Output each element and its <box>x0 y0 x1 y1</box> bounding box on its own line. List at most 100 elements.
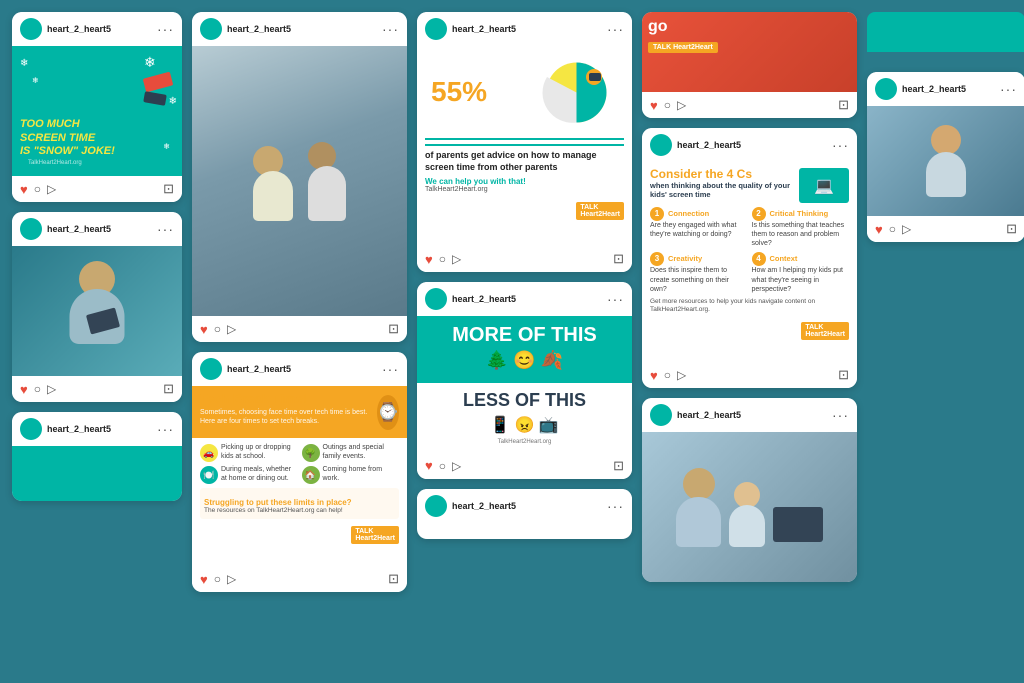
girl-photo <box>12 246 182 376</box>
stats-content: 55% of parents get advice on how to mana… <box>417 46 632 246</box>
cs-footer: Get more resources to help your kids nav… <box>650 298 849 315</box>
tb-item-4: 🏠 Coming home from work. <box>302 466 400 484</box>
post-footer-2: ♥ ○ ▷ ⊡ <box>12 376 182 402</box>
heart-icon-5[interactable]: ♥ <box>200 572 208 587</box>
send-icon-2[interactable]: ▷ <box>47 382 56 396</box>
post-card-girl: heart_2_heart5 ··· ♥ ○ ▷ ⊡ <box>12 212 182 402</box>
bookmark-icon-1[interactable]: ⊡ <box>163 181 174 197</box>
tb-item-1: 🚗 Picking up or dropping kids at school. <box>200 444 298 462</box>
post-footer-r1: ♥ ○ ▷ ⊡ <box>867 216 1024 242</box>
heart-icon-8[interactable]: ♥ <box>650 368 658 383</box>
heart-icon-r1[interactable]: ♥ <box>875 222 883 237</box>
comment-icon-8[interactable]: ○ <box>664 368 671 382</box>
avatar-r1 <box>875 78 897 100</box>
orange-badge: TALK Heart2Heart <box>648 42 718 53</box>
dots-icon-2[interactable]: ··· <box>157 221 174 237</box>
bookmark-icon-7[interactable]: ⊡ <box>613 458 624 474</box>
techbreak-grid: 🚗 Picking up or dropping kids at school.… <box>200 444 399 484</box>
comment-icon-7[interactable]: ○ <box>439 459 446 473</box>
techbreak-subtitle: Sometimes, choosing face time over tech … <box>200 408 377 426</box>
tb-text-2: Outings and special family events. <box>323 444 400 461</box>
send-icon-7[interactable]: ▷ <box>452 459 461 473</box>
comment-icon-orange[interactable]: ○ <box>664 98 671 112</box>
snowflake-icon-tl: ❄ <box>144 54 172 71</box>
dots-icon-r1[interactable]: ··· <box>1000 81 1017 97</box>
heart-icon-7[interactable]: ♥ <box>425 458 433 473</box>
tb-icon-2: 🌳 <box>302 444 320 462</box>
snow-text-block: TOO MUCH SCREEN TIME is "snow" joke! <box>20 118 115 158</box>
post-footer-1: ♥ ○ ▷ ⊡ <box>12 176 182 202</box>
heart-icon-orange[interactable]: ♥ <box>650 98 658 113</box>
send-icon-4[interactable]: ▷ <box>227 322 236 336</box>
dots-icon-small-3[interactable]: ··· <box>607 498 624 514</box>
techbreak-content: Tech Break Time! Sometimes, choosing fac… <box>192 386 407 566</box>
post-card-partial-right: heart_2_heart5 ··· ♥ ○ ▷ ⊡ <box>867 72 1024 242</box>
tb-text-4: Coming home from work. <box>323 466 400 483</box>
snow-footer-url: TalkHeart2Heart.org <box>20 158 90 168</box>
tb-icon-4: 🏠 <box>302 466 320 484</box>
tb-text-3: During meals, whether at home or dining … <box>221 466 298 483</box>
heart-icon-2[interactable]: ♥ <box>20 382 28 397</box>
comment-icon-5[interactable]: ○ <box>214 572 221 586</box>
post-card-stats: heart_2_heart5 ··· 55% <box>417 12 632 272</box>
techbreak-title: Tech Break Time! <box>200 392 377 406</box>
post-card-kids-homework: heart_2_heart5 ··· <box>192 12 407 342</box>
send-icon-1[interactable]: ▷ <box>47 182 56 196</box>
comment-icon-1[interactable]: ○ <box>34 182 41 196</box>
post-card-more-less: heart_2_heart5 ··· MORE OF THIS 🌲 😊 🍂 LE… <box>417 282 632 479</box>
snowflake-icon-2: ❄ <box>32 76 39 85</box>
post-header-small-3: heart_2_heart5 ··· <box>417 489 632 523</box>
username-r1: heart_2_heart5 <box>902 84 966 94</box>
post-header-9: heart_2_heart5 ··· <box>642 398 857 432</box>
bookmark-icon-2[interactable]: ⊡ <box>163 381 174 397</box>
dots-icon-8[interactable]: ··· <box>832 137 849 153</box>
comment-icon-6[interactable]: ○ <box>439 252 446 266</box>
heart-icon-6[interactable]: ♥ <box>425 252 433 267</box>
send-icon-5[interactable]: ▷ <box>227 572 236 586</box>
pie-chart-svg <box>539 55 614 130</box>
avatar-small-3 <box>425 495 447 517</box>
avatar-7 <box>425 288 447 310</box>
bookmark-icon-orange[interactable]: ⊡ <box>838 97 849 113</box>
send-icon-r1[interactable]: ▷ <box>902 222 911 236</box>
send-icon-8[interactable]: ▷ <box>677 368 686 382</box>
dots-icon-5[interactable]: ··· <box>382 361 399 377</box>
orange-title: go <box>648 18 851 36</box>
snowflake-icon-3: ❄ <box>169 96 177 107</box>
talk-badge-techbreak: TALKHeart2Heart <box>351 526 399 544</box>
username-2: heart_2_heart5 <box>47 224 111 234</box>
dots-icon-4[interactable]: ··· <box>382 21 399 37</box>
mom-kid-photo <box>642 432 857 582</box>
comment-icon-r1[interactable]: ○ <box>889 222 896 236</box>
bookmark-icon-8[interactable]: ⊡ <box>838 367 849 383</box>
dots-icon-9[interactable]: ··· <box>832 407 849 423</box>
bookmark-icon-6[interactable]: ⊡ <box>613 251 624 267</box>
post-card-small-col1: heart_2_heart5 ··· <box>12 412 182 501</box>
post-header-6: heart_2_heart5 ··· <box>417 12 632 46</box>
heart-icon-1[interactable]: ♥ <box>20 182 28 197</box>
heart-icon-4[interactable]: ♥ <box>200 322 208 337</box>
comment-icon-4[interactable]: ○ <box>214 322 221 336</box>
post-header-r1: heart_2_heart5 ··· <box>867 72 1024 106</box>
post-footer-8: ♥ ○ ▷ ⊡ <box>642 362 857 388</box>
send-icon-orange[interactable]: ▷ <box>677 98 686 112</box>
dots-icon-6[interactable]: ··· <box>607 21 624 37</box>
comment-icon-2[interactable]: ○ <box>34 382 41 396</box>
dots-icon-7[interactable]: ··· <box>607 291 624 307</box>
techbreak-cta: Struggling to put these limits in place? <box>204 498 395 507</box>
bookmark-icon-5[interactable]: ⊡ <box>388 571 399 587</box>
avatar-1 <box>20 18 42 40</box>
bookmark-icon-r1[interactable]: ⊡ <box>1006 221 1017 237</box>
send-icon-6[interactable]: ▷ <box>452 252 461 266</box>
post-card-orange-top: go TALK Heart2Heart ♥ ○ ▷ ⊡ <box>642 12 857 118</box>
dots-icon-1[interactable]: ··· <box>157 21 174 37</box>
stats-cta: We can help you with that! <box>425 177 624 186</box>
stats-desc: of parents get advice on how to manage s… <box>425 144 624 173</box>
bookmark-icon-4[interactable]: ⊡ <box>388 321 399 337</box>
rect-dark <box>143 91 167 106</box>
more-section: MORE OF THIS 🌲 😊 🍂 <box>417 316 632 383</box>
post-header-5: heart_2_heart5 ··· <box>192 352 407 386</box>
cs-item-3: 3 Creativity Does this inspire them to c… <box>650 252 748 293</box>
username-4: heart_2_heart5 <box>227 24 291 34</box>
dots-icon-3[interactable]: ··· <box>157 421 174 437</box>
